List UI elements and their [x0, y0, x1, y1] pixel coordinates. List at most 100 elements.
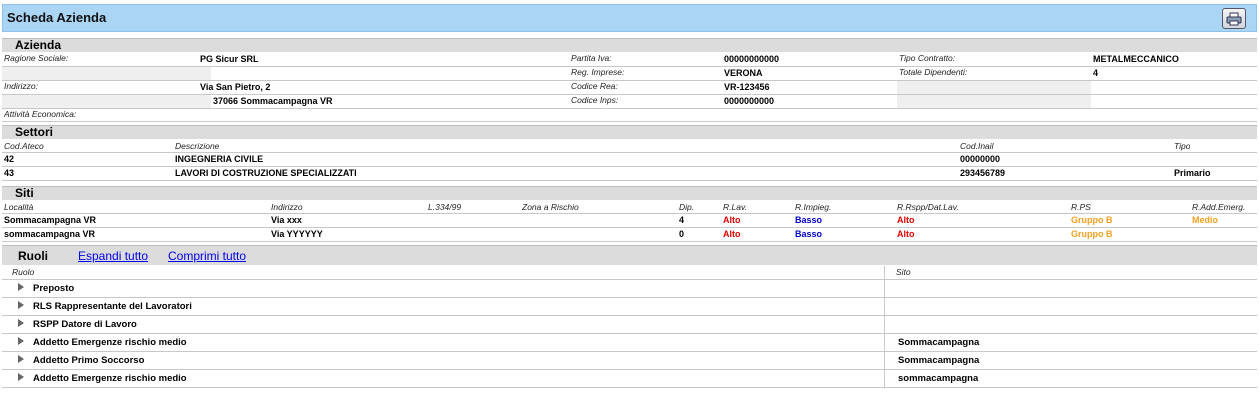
column-header: L.334/99 [428, 202, 462, 212]
table-header: Ruolo Sito [2, 266, 1257, 280]
column-header: Cod.Ateco [4, 141, 44, 151]
section-title: Settori [15, 125, 54, 139]
expand-arrow-icon[interactable] [18, 283, 24, 291]
role-site: Sommacampagna [898, 337, 980, 348]
column-header: Località [4, 202, 34, 212]
codice-rea-value: VR-123456 [724, 82, 770, 92]
field-label: Codice Rea: [571, 81, 618, 91]
role-name: Preposto [33, 283, 75, 294]
column-header: Descrizione [175, 141, 220, 151]
risk-badge: Alto [723, 229, 741, 239]
partita-iva-value: 00000000000 [724, 54, 780, 64]
column-header: R.Impieg. [795, 202, 832, 212]
column-header: Tipo [1174, 141, 1191, 151]
field-label: Indirizzo: [4, 81, 39, 91]
page-header: Scheda Azienda [2, 4, 1257, 32]
risk-badge: Alto [897, 215, 915, 225]
field-label: Attività Economica: [4, 109, 77, 119]
codice-inps-value: 0000000000 [724, 96, 775, 106]
table-cell: 00000000 [960, 154, 1001, 164]
azienda-row: 37066 Sommacampagna VR Codice Inps: 0000… [2, 95, 1257, 109]
section-siti: Siti [2, 186, 1257, 200]
section-azienda: Azienda [2, 38, 1257, 52]
expand-arrow-icon[interactable] [18, 355, 24, 363]
column-header: Indirizzo [271, 202, 303, 212]
settori-table: Cod.Ateco Descrizione Cod.Inail Tipo 42 … [2, 141, 1257, 181]
totale-dipendenti-value: 4 [1093, 68, 1099, 78]
expand-all-link[interactable]: Espandi tutto [78, 249, 148, 263]
column-header: R.Add.Emerg. [1192, 202, 1246, 212]
role-row[interactable]: Addetto Primo Soccorso Sommacampagna [2, 352, 1257, 370]
section-settori: Settori [2, 125, 1257, 139]
role-name: RLS Rappresentante del Lavoratori [33, 301, 192, 312]
field-label: Codice Inps: [571, 95, 619, 105]
reg-imprese-value: VERONA [724, 68, 763, 78]
table-row: sommacampagna VR Via YYYYYY 0 Alto Basso… [2, 228, 1257, 242]
row-shade [2, 95, 211, 108]
print-button[interactable] [1222, 8, 1246, 29]
field-label: Totale Dipendenti: [899, 67, 968, 77]
field-label: Reg. Imprese: [571, 67, 625, 77]
role-name: Addetto Emergenze rischio medio [33, 337, 187, 348]
field-label: Tipo Contratto: [899, 53, 956, 63]
table-cell: 4 [679, 215, 685, 225]
row-shade [897, 81, 1091, 94]
table-row: 42 INGEGNERIA CIVILE 00000000 [2, 153, 1257, 167]
risk-badge: Basso [795, 215, 823, 225]
table-row: Sommacampagna VR Via xxx 4 Alto Basso Al… [2, 214, 1257, 228]
tipo-contratto-value: METALMECCANICO [1093, 54, 1179, 64]
table-cell: Sommacampagna VR [4, 215, 97, 225]
risk-badge: Alto [723, 215, 741, 225]
role-name: Addetto Emergenze rischio medio [33, 373, 187, 384]
risk-badge: Gruppo B [1071, 229, 1113, 239]
role-name: RSPP Datore di Lavoro [33, 319, 137, 330]
column-header: R.Rspp/Dat.Lav. [897, 202, 959, 212]
role-site: sommacampagna [898, 373, 979, 384]
expand-arrow-icon[interactable] [18, 319, 24, 327]
table-cell: 0 [679, 229, 685, 239]
section-ruoli: Ruoli Espandi tutto Comprimi tutto [2, 245, 1257, 265]
printer-icon [1226, 12, 1242, 25]
table-cell: 43 [4, 168, 15, 178]
indirizzo-value-2: 37066 Sommacampagna VR [213, 96, 333, 106]
siti-table: Località Indirizzo L.334/99 Zona a Risch… [2, 202, 1257, 242]
table-cell: INGEGNERIA CIVILE [175, 154, 264, 164]
azienda-table: Ragione Sociale: PG Sicur SRL Partita Iv… [2, 53, 1257, 122]
azienda-row: Indirizzo: Via San Pietro, 2 Codice Rea:… [2, 81, 1257, 95]
role-row[interactable]: Preposto [2, 280, 1257, 298]
risk-badge: Medio [1192, 215, 1218, 225]
table-row: 43 LAVORI DI COSTRUZIONE SPECIALIZZATI 2… [2, 167, 1257, 181]
azienda-row: Reg. Imprese: VERONA Totale Dipendenti: … [2, 67, 1257, 81]
column-header: Sito [896, 267, 911, 277]
column-header: Cod.Inail [960, 141, 994, 151]
role-row[interactable]: Addetto Emergenze rischio medio sommacam… [2, 370, 1257, 388]
page-title: Scheda Azienda [7, 10, 107, 25]
table-cell: 293456789 [960, 168, 1006, 178]
role-row[interactable]: RLS Rappresentante del Lavoratori [2, 298, 1257, 316]
indirizzo-value: Via San Pietro, 2 [200, 82, 271, 92]
azienda-row: Ragione Sociale: PG Sicur SRL Partita Iv… [2, 53, 1257, 67]
collapse-all-link[interactable]: Comprimi tutto [168, 249, 246, 263]
table-cell: Via YYYYYY [271, 229, 323, 239]
column-divider [884, 266, 885, 388]
table-header: Località Indirizzo L.334/99 Zona a Risch… [2, 202, 1257, 214]
expand-arrow-icon[interactable] [18, 373, 24, 381]
risk-badge: Gruppo B [1071, 215, 1113, 225]
section-title: Siti [15, 186, 34, 200]
table-cell: LAVORI DI COSTRUZIONE SPECIALIZZATI [175, 168, 357, 178]
expand-arrow-icon[interactable] [18, 301, 24, 309]
table-cell: 42 [4, 154, 15, 164]
column-header: R.PS [1071, 202, 1091, 212]
risk-badge: Alto [897, 229, 915, 239]
role-name: Addetto Primo Soccorso [33, 355, 145, 366]
ragione-sociale-value: PG Sicur SRL [200, 54, 259, 64]
column-header: Ruolo [12, 267, 35, 277]
section-title: Ruoli [18, 249, 48, 263]
azienda-row: Attività Economica: [2, 109, 1257, 122]
expand-arrow-icon[interactable] [18, 337, 24, 345]
row-shade [2, 67, 211, 80]
section-title: Azienda [15, 38, 62, 52]
role-row[interactable]: Addetto Emergenze rischio medio Sommacam… [2, 334, 1257, 352]
table-cell: sommacampagna VR [4, 229, 96, 239]
role-row[interactable]: RSPP Datore di Lavoro [2, 316, 1257, 334]
